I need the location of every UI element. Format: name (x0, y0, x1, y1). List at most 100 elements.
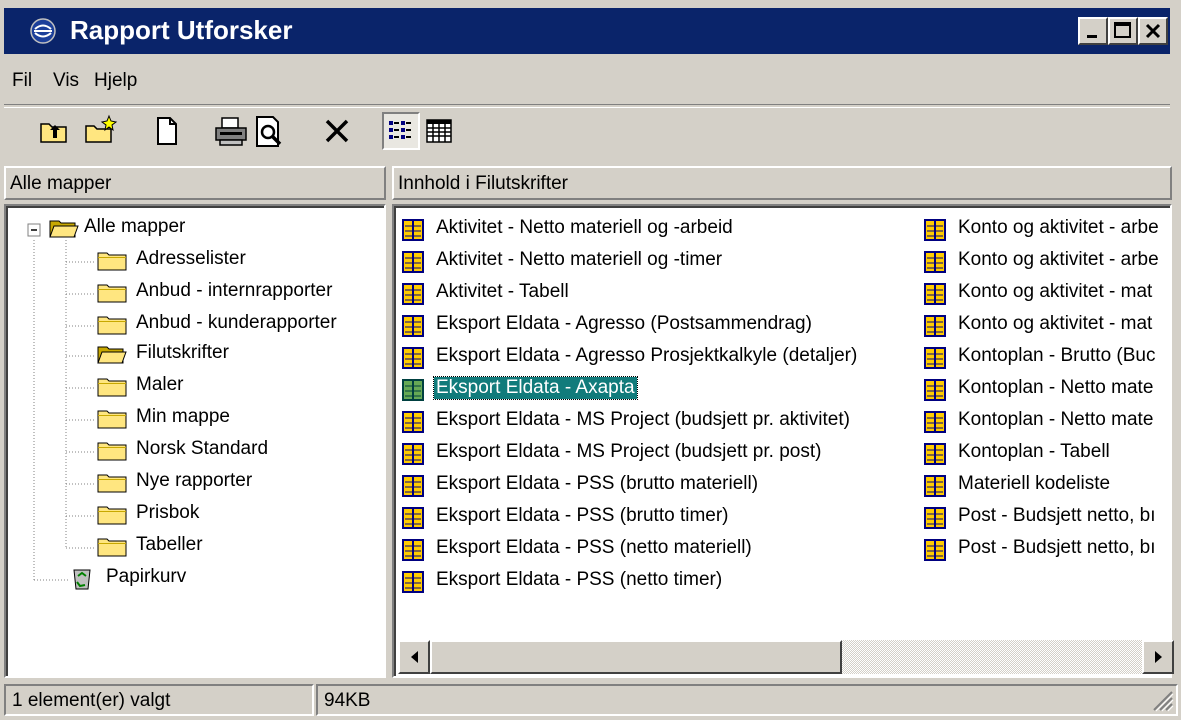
list-view-button[interactable] (382, 112, 420, 150)
list-item-label: Eksport Eldata - MS Project (budsjett pr… (436, 441, 822, 462)
folder-tree[interactable]: Alle mapper Adresselister Anbud - intern… (4, 204, 386, 678)
app-window: Rapport Utforsker Fil Vis Hjelp Alle map… (0, 0, 1181, 720)
tree-item-papirkurv[interactable]: Papirkurv (66, 564, 346, 594)
tree-item-tabeller[interactable]: Tabeller (96, 532, 376, 562)
new-folder-button[interactable] (82, 112, 120, 150)
new-folder-icon (85, 114, 118, 143)
report-icon (402, 443, 424, 465)
tree-label: Filutskrifter (136, 342, 229, 363)
menu-vis[interactable]: Vis (53, 70, 79, 92)
title-bar[interactable]: Rapport Utforsker (4, 8, 1170, 54)
list-item-label: Konto og aktivitet - arbe (958, 249, 1159, 270)
details-view-icon (426, 119, 452, 143)
recycle-bin-icon (73, 569, 91, 590)
tree-item-anbud-intern[interactable]: Anbud - internrapporter (96, 278, 376, 308)
list-item-label: Eksport Eldata - PSS (netto materiell) (436, 537, 752, 558)
horizontal-scrollbar[interactable] (398, 640, 1174, 674)
resize-grip-icon[interactable] (1150, 688, 1174, 712)
report-icon (402, 539, 424, 561)
report-icon (402, 475, 424, 497)
tree-label: Anbud - kunderapporter (136, 312, 337, 333)
list-item-label: Kontoplan - Netto mate (958, 409, 1154, 430)
list-item-label: Post - Budsjett netto, bı (958, 505, 1156, 526)
up-folder-icon (40, 123, 67, 143)
report-icon (402, 283, 424, 305)
minimize-button[interactable] (1078, 17, 1108, 45)
folder-icon (97, 284, 127, 303)
report-icon (924, 475, 946, 497)
report-icon (924, 379, 946, 401)
report-icon (402, 411, 424, 433)
tree-item-nye-rapporter[interactable]: Nye rapporter (96, 468, 376, 498)
print-preview-icon (256, 116, 282, 147)
list-item-label: Kontoplan - Tabell (958, 441, 1110, 462)
report-icon (402, 219, 424, 241)
toolbar-separator (4, 104, 1170, 108)
new-document-button[interactable] (148, 112, 186, 150)
maximize-button[interactable] (1108, 17, 1138, 45)
print-preview-button[interactable] (250, 112, 288, 150)
folder-icon (97, 442, 127, 461)
tree-item-filutskrifter[interactable]: Filutskrifter (96, 340, 376, 370)
app-icon (30, 18, 56, 44)
status-size-text: 94KB (324, 690, 371, 711)
tree-item-norsk-standard[interactable]: Norsk Standard (96, 436, 376, 466)
list-item-label: Eksport Eldata - PSS (brutto timer) (436, 505, 729, 526)
menu-hjelp[interactable]: Hjelp (94, 70, 137, 92)
window-title: Rapport Utforsker (70, 15, 293, 45)
tree-item-maler[interactable]: Maler (96, 372, 376, 402)
list-item-label: Aktivitet - Tabell (436, 281, 569, 302)
report-icon (924, 315, 946, 337)
report-icon (402, 347, 424, 369)
list-item-label: Konto og aktivitet - mat (958, 281, 1153, 302)
tree-label: Min mappe (136, 406, 230, 427)
menu-fil[interactable]: Fil (12, 70, 32, 92)
tree-item-min-mappe[interactable]: Min mappe (96, 404, 376, 434)
report-icon (924, 283, 946, 305)
report-icon (924, 507, 946, 529)
print-button[interactable] (212, 112, 250, 150)
list-item-label: Materiell kodeliste (958, 473, 1111, 494)
scroll-left-icon (411, 651, 418, 663)
status-selection: 1 element(er) valgt (4, 684, 314, 716)
scroll-right-button[interactable] (1142, 640, 1174, 674)
file-list[interactable]: Aktivitet - Netto materiell og -arbeid A… (392, 204, 1172, 678)
list-item-label: Eksport Eldata - PSS (netto timer) (436, 569, 723, 590)
tree-label: Adresselister (136, 248, 246, 269)
right-pane-header-text: Innhold i Filutskrifter (398, 173, 569, 194)
scroll-left-button[interactable] (398, 640, 430, 674)
close-button[interactable] (1138, 17, 1168, 45)
list-item-label: Post - Budsjett netto, bı (958, 537, 1156, 558)
tree-item-anbud-kunde[interactable]: Anbud - kunderapporter (96, 310, 376, 340)
report-icon (924, 219, 946, 241)
report-icon (402, 507, 424, 529)
right-pane-header: Innhold i Filutskrifter (392, 166, 1172, 200)
left-pane-header: Alle mapper (4, 166, 386, 200)
report-icon-selected (402, 379, 424, 401)
folder-icon (97, 252, 127, 271)
tree-item-prisbok[interactable]: Prisbok (96, 500, 376, 530)
open-folder-icon (97, 346, 127, 364)
scroll-thumb[interactable] (430, 640, 842, 674)
folder-icon (97, 474, 127, 493)
details-view-button[interactable] (420, 112, 458, 150)
tree-item-root[interactable]: Alle mapper (48, 214, 368, 244)
tree-label-root: Alle mapper (84, 216, 186, 237)
left-pane-header-text: Alle mapper (10, 173, 112, 194)
minimize-icon (1087, 35, 1097, 38)
list-item-label: Eksport Eldata - Axapta (433, 376, 638, 400)
folder-icon (97, 316, 127, 335)
tree-label: Tabeller (136, 534, 203, 555)
status-selection-text: 1 element(er) valgt (12, 690, 171, 711)
new-document-icon (157, 117, 177, 145)
list-item-label: Eksport Eldata - Agresso Prosjektkalkyle… (436, 345, 858, 366)
list-item-label: Kontoplan - Netto mate (958, 377, 1154, 398)
list-item-label: Eksport Eldata - Agresso (Postsammendrag… (436, 313, 812, 334)
scroll-right-icon (1155, 651, 1162, 663)
delete-button[interactable] (318, 112, 356, 150)
file-list-inner: Aktivitet - Netto materiell og -arbeid A… (394, 206, 1170, 676)
close-icon (1145, 23, 1161, 39)
tree-item-adresselister[interactable]: Adresselister (96, 246, 376, 276)
up-folder-button[interactable] (36, 112, 74, 150)
report-icon (924, 443, 946, 465)
